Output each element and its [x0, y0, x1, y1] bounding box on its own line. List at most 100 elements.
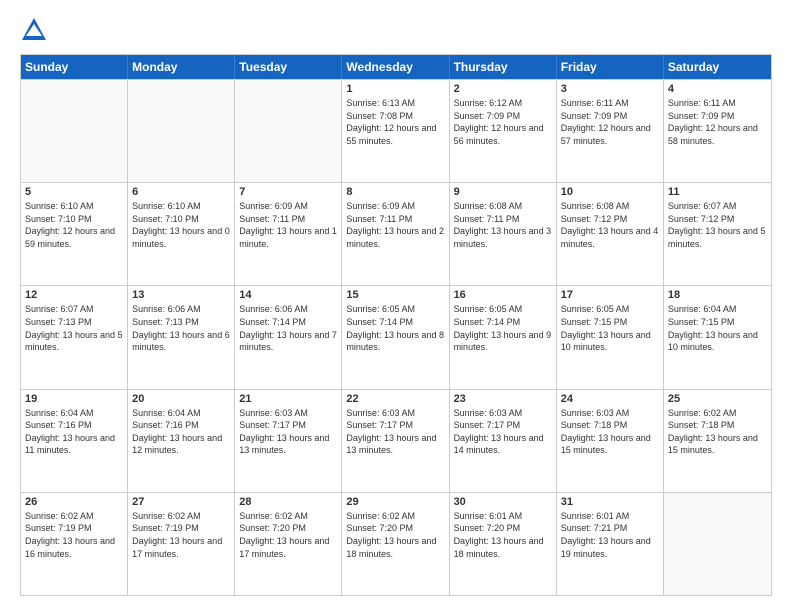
calendar-cell: 19 Sunrise: 6:04 AMSunset: 7:16 PMDayligh…	[21, 390, 128, 492]
calendar-cell: 10 Sunrise: 6:08 AMSunset: 7:12 PMDayligh…	[557, 183, 664, 285]
cell-day-number: 20	[132, 393, 230, 405]
calendar-cell: 4Sunrise: 6:11 AMSunset: 7:09 PMDaylight…	[664, 80, 771, 182]
cell-info: Sunrise: 6:09 AMSunset: 7:11 PMDaylight:…	[239, 200, 337, 250]
cell-day-number: 31	[561, 496, 659, 508]
cell-day-number: 19	[25, 393, 123, 405]
cell-day-number: 11	[668, 186, 767, 198]
cell-day-number: 26	[25, 496, 123, 508]
cell-day-number: 2	[454, 83, 552, 95]
cell-info: Sunrise: 6:04 AMSunset: 7:15 PMDaylight:…	[668, 303, 767, 353]
cell-info: Sunrise: 6:05 AMSunset: 7:15 PMDaylight:…	[561, 303, 659, 353]
cell-info: Sunrise: 6:03 AMSunset: 7:17 PMDaylight:…	[454, 407, 552, 457]
cell-day-number: 21	[239, 393, 337, 405]
calendar-cell: 5 Sunrise: 6:10 AMSunset: 7:10 PMDaylight…	[21, 183, 128, 285]
cell-info: Sunrise: 6:07 AMSunset: 7:13 PMDaylight:…	[25, 303, 123, 353]
cell-info: Sunrise: 6:05 AMSunset: 7:14 PMDaylight:…	[346, 303, 444, 353]
cell-info: Sunrise: 6:12 AMSunset: 7:09 PMDaylight:…	[454, 97, 552, 147]
cell-day-number: 23	[454, 393, 552, 405]
calendar-row-4: 26 Sunrise: 6:02 AMSunset: 7:19 PMDayligh…	[21, 492, 771, 595]
cell-day-number: 7	[239, 186, 337, 198]
calendar-cell: 27 Sunrise: 6:02 AMSunset: 7:19 PMDayligh…	[128, 493, 235, 595]
cell-day-number: 17	[561, 289, 659, 301]
cell-day-number: 10	[561, 186, 659, 198]
cell-info: Sunrise: 6:02 AMSunset: 7:19 PMDaylight:…	[25, 510, 123, 560]
cell-day-number: 24	[561, 393, 659, 405]
calendar-cell: 29 Sunrise: 6:02 AMSunset: 7:20 PMDayligh…	[342, 493, 449, 595]
logo	[20, 16, 54, 44]
calendar-cell: 6 Sunrise: 6:10 AMSunset: 7:10 PMDaylight…	[128, 183, 235, 285]
calendar-cell: 18 Sunrise: 6:04 AMSunset: 7:15 PMDayligh…	[664, 286, 771, 388]
cell-info: Sunrise: 6:07 AMSunset: 7:12 PMDaylight:…	[668, 200, 767, 250]
calendar-cell	[664, 493, 771, 595]
cell-info: Sunrise: 6:08 AMSunset: 7:12 PMDaylight:…	[561, 200, 659, 250]
cell-info: Sunrise: 6:02 AMSunset: 7:20 PMDaylight:…	[346, 510, 444, 560]
calendar-cell	[235, 80, 342, 182]
logo-icon	[20, 16, 48, 44]
cell-info: Sunrise: 6:04 AMSunset: 7:16 PMDaylight:…	[25, 407, 123, 457]
cell-day-number: 4	[668, 83, 767, 95]
calendar-cell: 30Sunrise: 6:01 AMSunset: 7:20 PMDayligh…	[450, 493, 557, 595]
cell-info: Sunrise: 6:02 AMSunset: 7:19 PMDaylight:…	[132, 510, 230, 560]
calendar-body: 1Sunrise: 6:13 AMSunset: 7:08 PMDaylight…	[21, 79, 771, 595]
cell-info: Sunrise: 6:03 AMSunset: 7:17 PMDaylight:…	[346, 407, 444, 457]
cell-day-number: 3	[561, 83, 659, 95]
calendar-cell	[21, 80, 128, 182]
cell-day-number: 25	[668, 393, 767, 405]
cell-day-number: 27	[132, 496, 230, 508]
cell-info: Sunrise: 6:09 AMSunset: 7:11 PMDaylight:…	[346, 200, 444, 250]
calendar-row-2: 12 Sunrise: 6:07 AMSunset: 7:13 PMDayligh…	[21, 285, 771, 388]
cell-info: Sunrise: 6:06 AMSunset: 7:14 PMDaylight:…	[239, 303, 337, 353]
calendar-header: SundayMondayTuesdayWednesdayThursdayFrid…	[21, 55, 771, 79]
cell-info: Sunrise: 6:03 AMSunset: 7:17 PMDaylight:…	[239, 407, 337, 457]
calendar-cell: 15 Sunrise: 6:05 AMSunset: 7:14 PMDayligh…	[342, 286, 449, 388]
calendar-cell: 8Sunrise: 6:09 AMSunset: 7:11 PMDaylight…	[342, 183, 449, 285]
calendar-cell: 9 Sunrise: 6:08 AMSunset: 7:11 PMDaylight…	[450, 183, 557, 285]
cell-day-number: 30	[454, 496, 552, 508]
cell-info: Sunrise: 6:08 AMSunset: 7:11 PMDaylight:…	[454, 200, 552, 250]
cell-day-number: 14	[239, 289, 337, 301]
cell-info: Sunrise: 6:03 AMSunset: 7:18 PMDaylight:…	[561, 407, 659, 457]
cell-day-number: 18	[668, 289, 767, 301]
cell-day-number: 9	[454, 186, 552, 198]
calendar-cell: 28Sunrise: 6:02 AMSunset: 7:20 PMDayligh…	[235, 493, 342, 595]
calendar: SundayMondayTuesdayWednesdayThursdayFrid…	[20, 54, 772, 596]
calendar-cell: 20 Sunrise: 6:04 AMSunset: 7:16 PMDayligh…	[128, 390, 235, 492]
calendar-cell: 11 Sunrise: 6:07 AMSunset: 7:12 PMDayligh…	[664, 183, 771, 285]
cell-day-number: 15	[346, 289, 444, 301]
header-day-sunday: Sunday	[21, 55, 128, 79]
calendar-cell: 17 Sunrise: 6:05 AMSunset: 7:15 PMDayligh…	[557, 286, 664, 388]
cell-day-number: 5	[25, 186, 123, 198]
calendar-cell: 3 Sunrise: 6:11 AMSunset: 7:09 PMDaylight…	[557, 80, 664, 182]
header-day-friday: Friday	[557, 55, 664, 79]
cell-info: Sunrise: 6:11 AMSunset: 7:09 PMDaylight:…	[561, 97, 659, 147]
calendar-cell: 7 Sunrise: 6:09 AMSunset: 7:11 PMDaylight…	[235, 183, 342, 285]
calendar-cell: 14 Sunrise: 6:06 AMSunset: 7:14 PMDayligh…	[235, 286, 342, 388]
cell-info: Sunrise: 6:10 AMSunset: 7:10 PMDaylight:…	[25, 200, 123, 250]
calendar-row-3: 19 Sunrise: 6:04 AMSunset: 7:16 PMDayligh…	[21, 389, 771, 492]
cell-info: Sunrise: 6:04 AMSunset: 7:16 PMDaylight:…	[132, 407, 230, 457]
cell-day-number: 6	[132, 186, 230, 198]
calendar-cell: 21 Sunrise: 6:03 AMSunset: 7:17 PMDayligh…	[235, 390, 342, 492]
calendar-row-1: 5 Sunrise: 6:10 AMSunset: 7:10 PMDaylight…	[21, 182, 771, 285]
cell-day-number: 28	[239, 496, 337, 508]
cell-day-number: 29	[346, 496, 444, 508]
cell-info: Sunrise: 6:06 AMSunset: 7:13 PMDaylight:…	[132, 303, 230, 353]
calendar-cell: 23 Sunrise: 6:03 AMSunset: 7:17 PMDayligh…	[450, 390, 557, 492]
calendar-cell: 2 Sunrise: 6:12 AMSunset: 7:09 PMDaylight…	[450, 80, 557, 182]
cell-info: Sunrise: 6:10 AMSunset: 7:10 PMDaylight:…	[132, 200, 230, 250]
cell-info: Sunrise: 6:01 AMSunset: 7:21 PMDaylight:…	[561, 510, 659, 560]
cell-day-number: 16	[454, 289, 552, 301]
calendar-cell: 16Sunrise: 6:05 AMSunset: 7:14 PMDayligh…	[450, 286, 557, 388]
calendar-cell: 1Sunrise: 6:13 AMSunset: 7:08 PMDaylight…	[342, 80, 449, 182]
cell-day-number: 22	[346, 393, 444, 405]
header-day-thursday: Thursday	[450, 55, 557, 79]
calendar-cell: 25Sunrise: 6:02 AMSunset: 7:18 PMDayligh…	[664, 390, 771, 492]
calendar-row-0: 1Sunrise: 6:13 AMSunset: 7:08 PMDaylight…	[21, 79, 771, 182]
header-day-tuesday: Tuesday	[235, 55, 342, 79]
header-day-saturday: Saturday	[664, 55, 771, 79]
calendar-cell: 22 Sunrise: 6:03 AMSunset: 7:17 PMDayligh…	[342, 390, 449, 492]
calendar-cell: 12 Sunrise: 6:07 AMSunset: 7:13 PMDayligh…	[21, 286, 128, 388]
calendar-cell: 13Sunrise: 6:06 AMSunset: 7:13 PMDayligh…	[128, 286, 235, 388]
page: SundayMondayTuesdayWednesdayThursdayFrid…	[0, 0, 792, 612]
cell-day-number: 12	[25, 289, 123, 301]
